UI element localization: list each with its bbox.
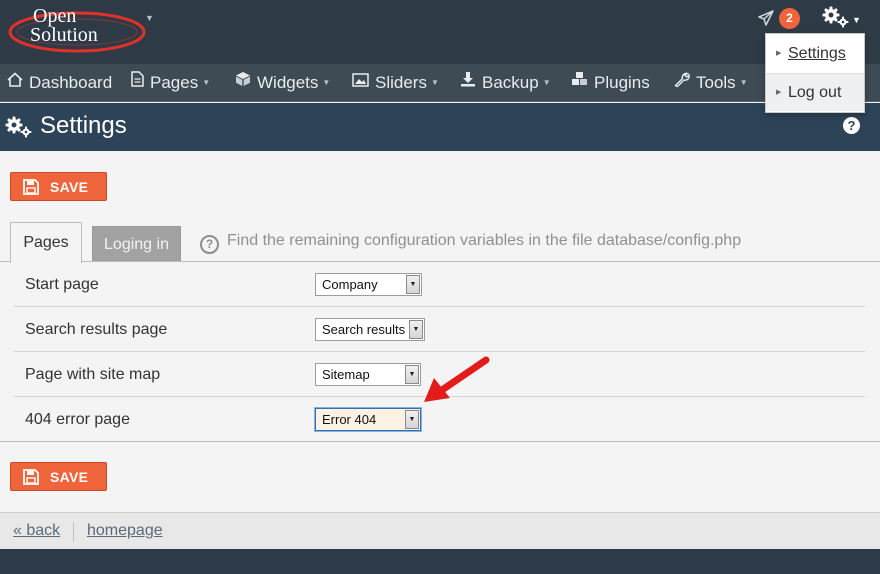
content-divider <box>0 441 880 442</box>
chevron-down-icon: ▼ <box>430 78 439 87</box>
chevron-down-icon: ▼ <box>406 275 420 294</box>
select-value: Company <box>322 277 378 292</box>
nav-item-label: Pages <box>150 73 199 92</box>
site-map-page-select[interactable]: Sitemap ▼ <box>315 363 421 386</box>
chevron-down-icon: ▼ <box>852 15 861 25</box>
logo-caret-icon[interactable]: ▼ <box>145 13 154 23</box>
nav-item-label: Widgets <box>257 73 319 92</box>
chevron-down-icon: ▼ <box>542 78 551 87</box>
page-title: Settings <box>40 112 127 139</box>
nav-item-pages[interactable]: Pages ▼ <box>131 64 210 102</box>
gears-icon <box>822 6 849 28</box>
search-results-page-select[interactable]: Search results ▼ <box>315 318 425 341</box>
nav-item-backup[interactable]: Backup ▼ <box>460 64 551 102</box>
image-icon <box>352 63 369 100</box>
menu-item-log-out[interactable]: ▶ Log out <box>766 73 864 111</box>
tab-pages[interactable]: Pages <box>10 222 82 263</box>
chevron-down-icon: ▼ <box>322 78 331 87</box>
save-button-label: SAVE <box>50 179 89 195</box>
chevron-down-icon: ▼ <box>405 410 419 429</box>
chevron-down-icon: ▼ <box>202 78 211 87</box>
error-404-page-select[interactable]: Error 404 ▼ <box>315 408 421 431</box>
chevron-down-icon: ▼ <box>405 365 419 384</box>
logo[interactable]: Open Solution <box>6 2 146 58</box>
form-row-start-page: Start page Company ▼ <box>14 262 865 307</box>
nav-item-sliders[interactable]: Sliders ▼ <box>352 64 439 102</box>
main-nav: Dashboard Pages ▼ Widgets ▼ Sliders ▼ Backu… <box>0 64 880 102</box>
save-button-label: SAVE <box>50 469 89 485</box>
nav-item-dashboard[interactable]: Dashboard <box>7 64 112 102</box>
wrench-icon <box>674 63 690 100</box>
save-button-bottom[interactable]: SAVE <box>10 462 107 491</box>
field-label: Search results page <box>25 321 168 338</box>
save-button-top[interactable]: SAVE <box>10 172 107 201</box>
field-label: 404 error page <box>25 411 130 428</box>
settings-dropdown-menu: ▶ Settings ▶ Log out <box>765 33 865 113</box>
back-link[interactable]: « back <box>13 513 60 549</box>
page-header: Settings <box>0 103 880 151</box>
menu-item-label: Settings <box>788 45 846 62</box>
cubes-icon <box>571 63 588 100</box>
paper-plane-icon <box>758 10 774 26</box>
select-value: Sitemap <box>322 367 370 382</box>
nav-item-label: Backup <box>482 73 539 92</box>
nav-item-label: Plugins <box>594 73 650 92</box>
nav-item-label: Sliders <box>375 73 427 92</box>
start-page-select[interactable]: Company ▼ <box>315 273 422 296</box>
help-icon[interactable]: ? <box>843 117 860 134</box>
menu-item-settings[interactable]: ▶ Settings <box>766 35 864 73</box>
caret-right-icon: ▶ <box>776 89 782 96</box>
floppy-disk-icon <box>23 469 39 485</box>
chevron-down-icon: ▼ <box>409 320 423 339</box>
nav-item-tools[interactable]: Tools ▼ <box>674 64 748 102</box>
gears-icon <box>5 116 33 143</box>
nav-item-widgets[interactable]: Widgets ▼ <box>235 64 330 102</box>
footer-divider <box>73 522 74 542</box>
question-circle-icon: ? <box>200 235 219 254</box>
chevron-down-icon: ▼ <box>739 78 748 87</box>
caret-right-icon: ▶ <box>776 50 782 57</box>
form-row-search-results-page: Search results page Search results ▼ <box>14 307 865 352</box>
notifications[interactable]: 2 <box>758 8 802 30</box>
notification-badge: 2 <box>779 8 800 29</box>
download-icon <box>460 63 476 100</box>
cube-icon <box>235 63 251 100</box>
select-value: Error 404 <box>322 412 377 427</box>
red-arrow-icon <box>424 356 490 402</box>
footer: « back homepage <box>0 512 880 549</box>
nav-item-plugins[interactable]: Plugins <box>571 64 650 102</box>
logo-text-line2: Solution <box>30 24 98 46</box>
top-bar: Open Solution ▼ 2 ▼ <box>0 0 880 64</box>
file-icon <box>131 63 144 100</box>
floppy-disk-icon <box>23 179 39 195</box>
nav-item-label: Dashboard <box>29 73 113 92</box>
bottom-bar <box>0 549 880 574</box>
menu-item-label: Log out <box>788 84 842 101</box>
homepage-link[interactable]: homepage <box>87 513 163 549</box>
nav-item-label: Tools <box>696 73 736 92</box>
tab-logging-in[interactable]: Loging in <box>92 226 181 262</box>
config-hint: ? Find the remaining configuration variab… <box>200 232 741 254</box>
field-label: Page with site map <box>25 366 161 383</box>
field-label: Start page <box>25 276 99 293</box>
config-hint-text: Find the remaining configuration variabl… <box>227 232 742 249</box>
home-icon <box>7 63 23 100</box>
settings-menu-toggle[interactable]: ▼ <box>822 6 862 30</box>
select-value: Search results <box>322 322 406 337</box>
